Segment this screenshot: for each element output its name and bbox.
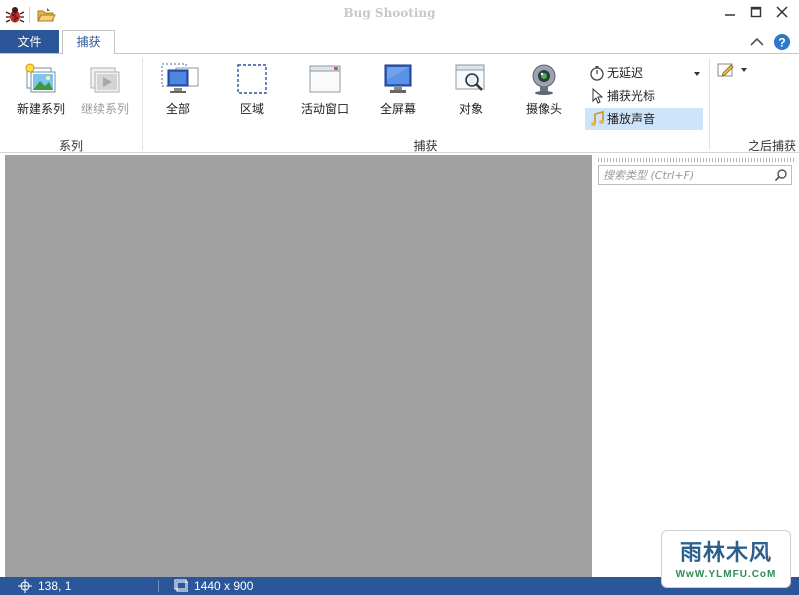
panel-grip[interactable] (598, 158, 794, 162)
help-icon[interactable]: ? (773, 33, 791, 51)
capture-fullscreen-label: 全屏幕 (379, 102, 416, 116)
capture-active-window-label: 活动窗口 (300, 102, 349, 116)
object-magnifier-icon (453, 62, 489, 96)
continue-series-label: 继续系列 (80, 102, 129, 116)
no-delay-label: 无延迟 (607, 66, 644, 80)
capture-cursor-label: 捕获光标 (607, 89, 656, 103)
watermark-title: 雨林木风 (679, 540, 772, 565)
close-button[interactable] (771, 3, 793, 23)
title-bar: Bug Shooting (0, 0, 799, 30)
screen-size-value: 1440 x 900 (194, 579, 254, 593)
cursor-position-value: 138, 1 (38, 579, 72, 593)
capture-all-button[interactable]: 全部 (152, 60, 204, 128)
no-delay-button[interactable]: 无延迟 (585, 62, 703, 84)
capture-webcam-button[interactable]: 摄像头 (518, 60, 570, 128)
edit-after-capture-icon[interactable] (717, 62, 735, 78)
capture-region-label: 区域 (239, 102, 264, 116)
search-icon[interactable] (774, 168, 788, 182)
region-icon (234, 62, 270, 96)
crosshair-icon (18, 579, 32, 593)
capture-object-label: 对象 (458, 102, 483, 116)
series-group-label: 系列 (58, 139, 83, 153)
search-box[interactable] (598, 165, 792, 185)
screen-size-status: 1440 x 900 (174, 578, 253, 594)
capture-cursor-button[interactable]: 捕获光标 (585, 85, 703, 107)
after-capture-group-label: 之后捕获 (747, 139, 796, 153)
capture-region-button[interactable]: 区域 (226, 60, 278, 128)
capture-fullscreen-button[interactable]: 全屏幕 (372, 60, 424, 128)
continue-series-icon (87, 62, 123, 96)
cursor-icon (589, 87, 605, 104)
tab-capture[interactable]: 捕获 (62, 30, 115, 55)
new-series-icon (23, 62, 59, 96)
capture-webcam-label: 摄像头 (525, 102, 562, 116)
maximize-button[interactable] (745, 3, 767, 23)
new-series-button[interactable]: 新建系列 (10, 60, 72, 128)
play-sound-label: 播放声音 (607, 112, 656, 126)
screen-size-icon (174, 579, 189, 593)
status-divider (158, 580, 159, 592)
ribbon-tabs: 文件 捕获 ? (0, 30, 799, 55)
watermark-logo: 雨林木风 WwW.YLMFU.CoM (661, 530, 791, 588)
minimize-button[interactable] (719, 3, 741, 23)
capture-group-label: 捕获 (413, 139, 438, 153)
watermark-url: WwW.YLMFU.CoM (675, 569, 777, 580)
fullscreen-icon (380, 62, 416, 96)
cursor-position-status: 138, 1 (18, 578, 71, 594)
capture-all-label: 全部 (165, 102, 190, 116)
delay-dropdown-arrow-icon[interactable] (694, 72, 700, 76)
collapse-ribbon-icon[interactable] (748, 33, 766, 51)
stopwatch-icon (589, 65, 605, 81)
right-panel (592, 155, 799, 577)
capture-object-button[interactable]: 对象 (445, 60, 497, 128)
tab-file[interactable]: 文件 (0, 30, 59, 54)
ribbon-panel: 新建系列 继续系列 系列 全部 区域 活动窗口 全屏幕 对象 摄像头 无延迟 捕… (0, 53, 799, 153)
group-divider (709, 58, 710, 150)
search-input[interactable] (599, 166, 767, 184)
active-window-icon (307, 62, 343, 96)
after-capture-dropdown-arrow-icon[interactable] (741, 68, 747, 72)
webcam-icon (526, 62, 562, 96)
play-sound-button[interactable]: 播放声音 (585, 108, 703, 130)
continue-series-button[interactable]: 继续系列 (74, 60, 136, 128)
capture-all-icon (160, 62, 199, 96)
svg-text:?: ? (778, 36, 785, 50)
capture-active-window-button[interactable]: 活动窗口 (297, 60, 353, 128)
window-title: Bug Shooting (343, 6, 436, 20)
new-series-label: 新建系列 (16, 102, 65, 116)
capture-canvas[interactable] (5, 155, 592, 577)
music-note-icon (589, 110, 605, 127)
